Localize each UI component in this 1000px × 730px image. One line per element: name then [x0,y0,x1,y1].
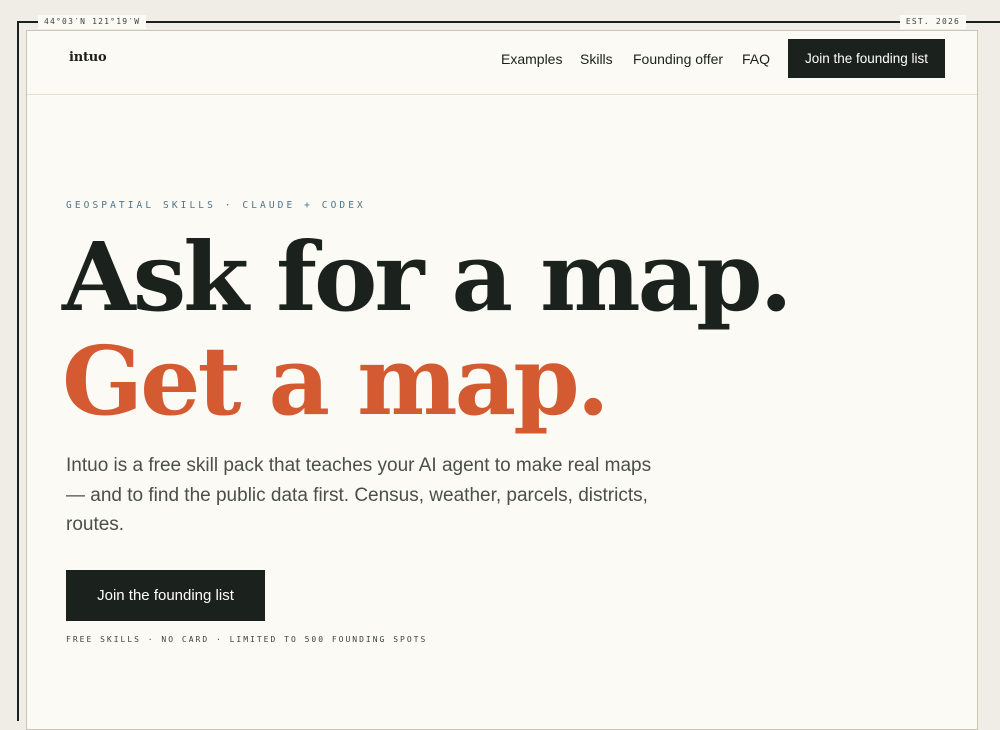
headline-line-2: Get a map. [62,326,610,437]
hero-join-button[interactable]: Join the founding list [66,570,265,621]
nav-faq[interactable]: FAQ [742,50,770,68]
header-join-button[interactable]: Join the founding list [788,39,945,78]
nav-skills[interactable]: Skills [580,50,613,68]
nav-founding-offer[interactable]: Founding offer [633,50,723,68]
hero-eyebrow: GEOSPATIAL SKILLS · CLAUDE + CODEX [66,200,366,211]
hero-fineprint: FREE SKILLS · NO CARD · LIMITED TO 500 F… [66,635,428,644]
logo[interactable]: intuo [69,50,107,65]
hero-lead-text: Intuo is a free skill pack that teaches … [66,455,652,535]
site-header: intuo Examples Skills Founding offer FAQ… [27,31,977,95]
coordinates-label: 44°03′N 121°19′W [38,15,147,29]
nav-examples[interactable]: Examples [501,50,562,68]
headline-line-1: Ask for a map. [62,222,793,333]
established-label: EST. 2026 [899,15,966,29]
